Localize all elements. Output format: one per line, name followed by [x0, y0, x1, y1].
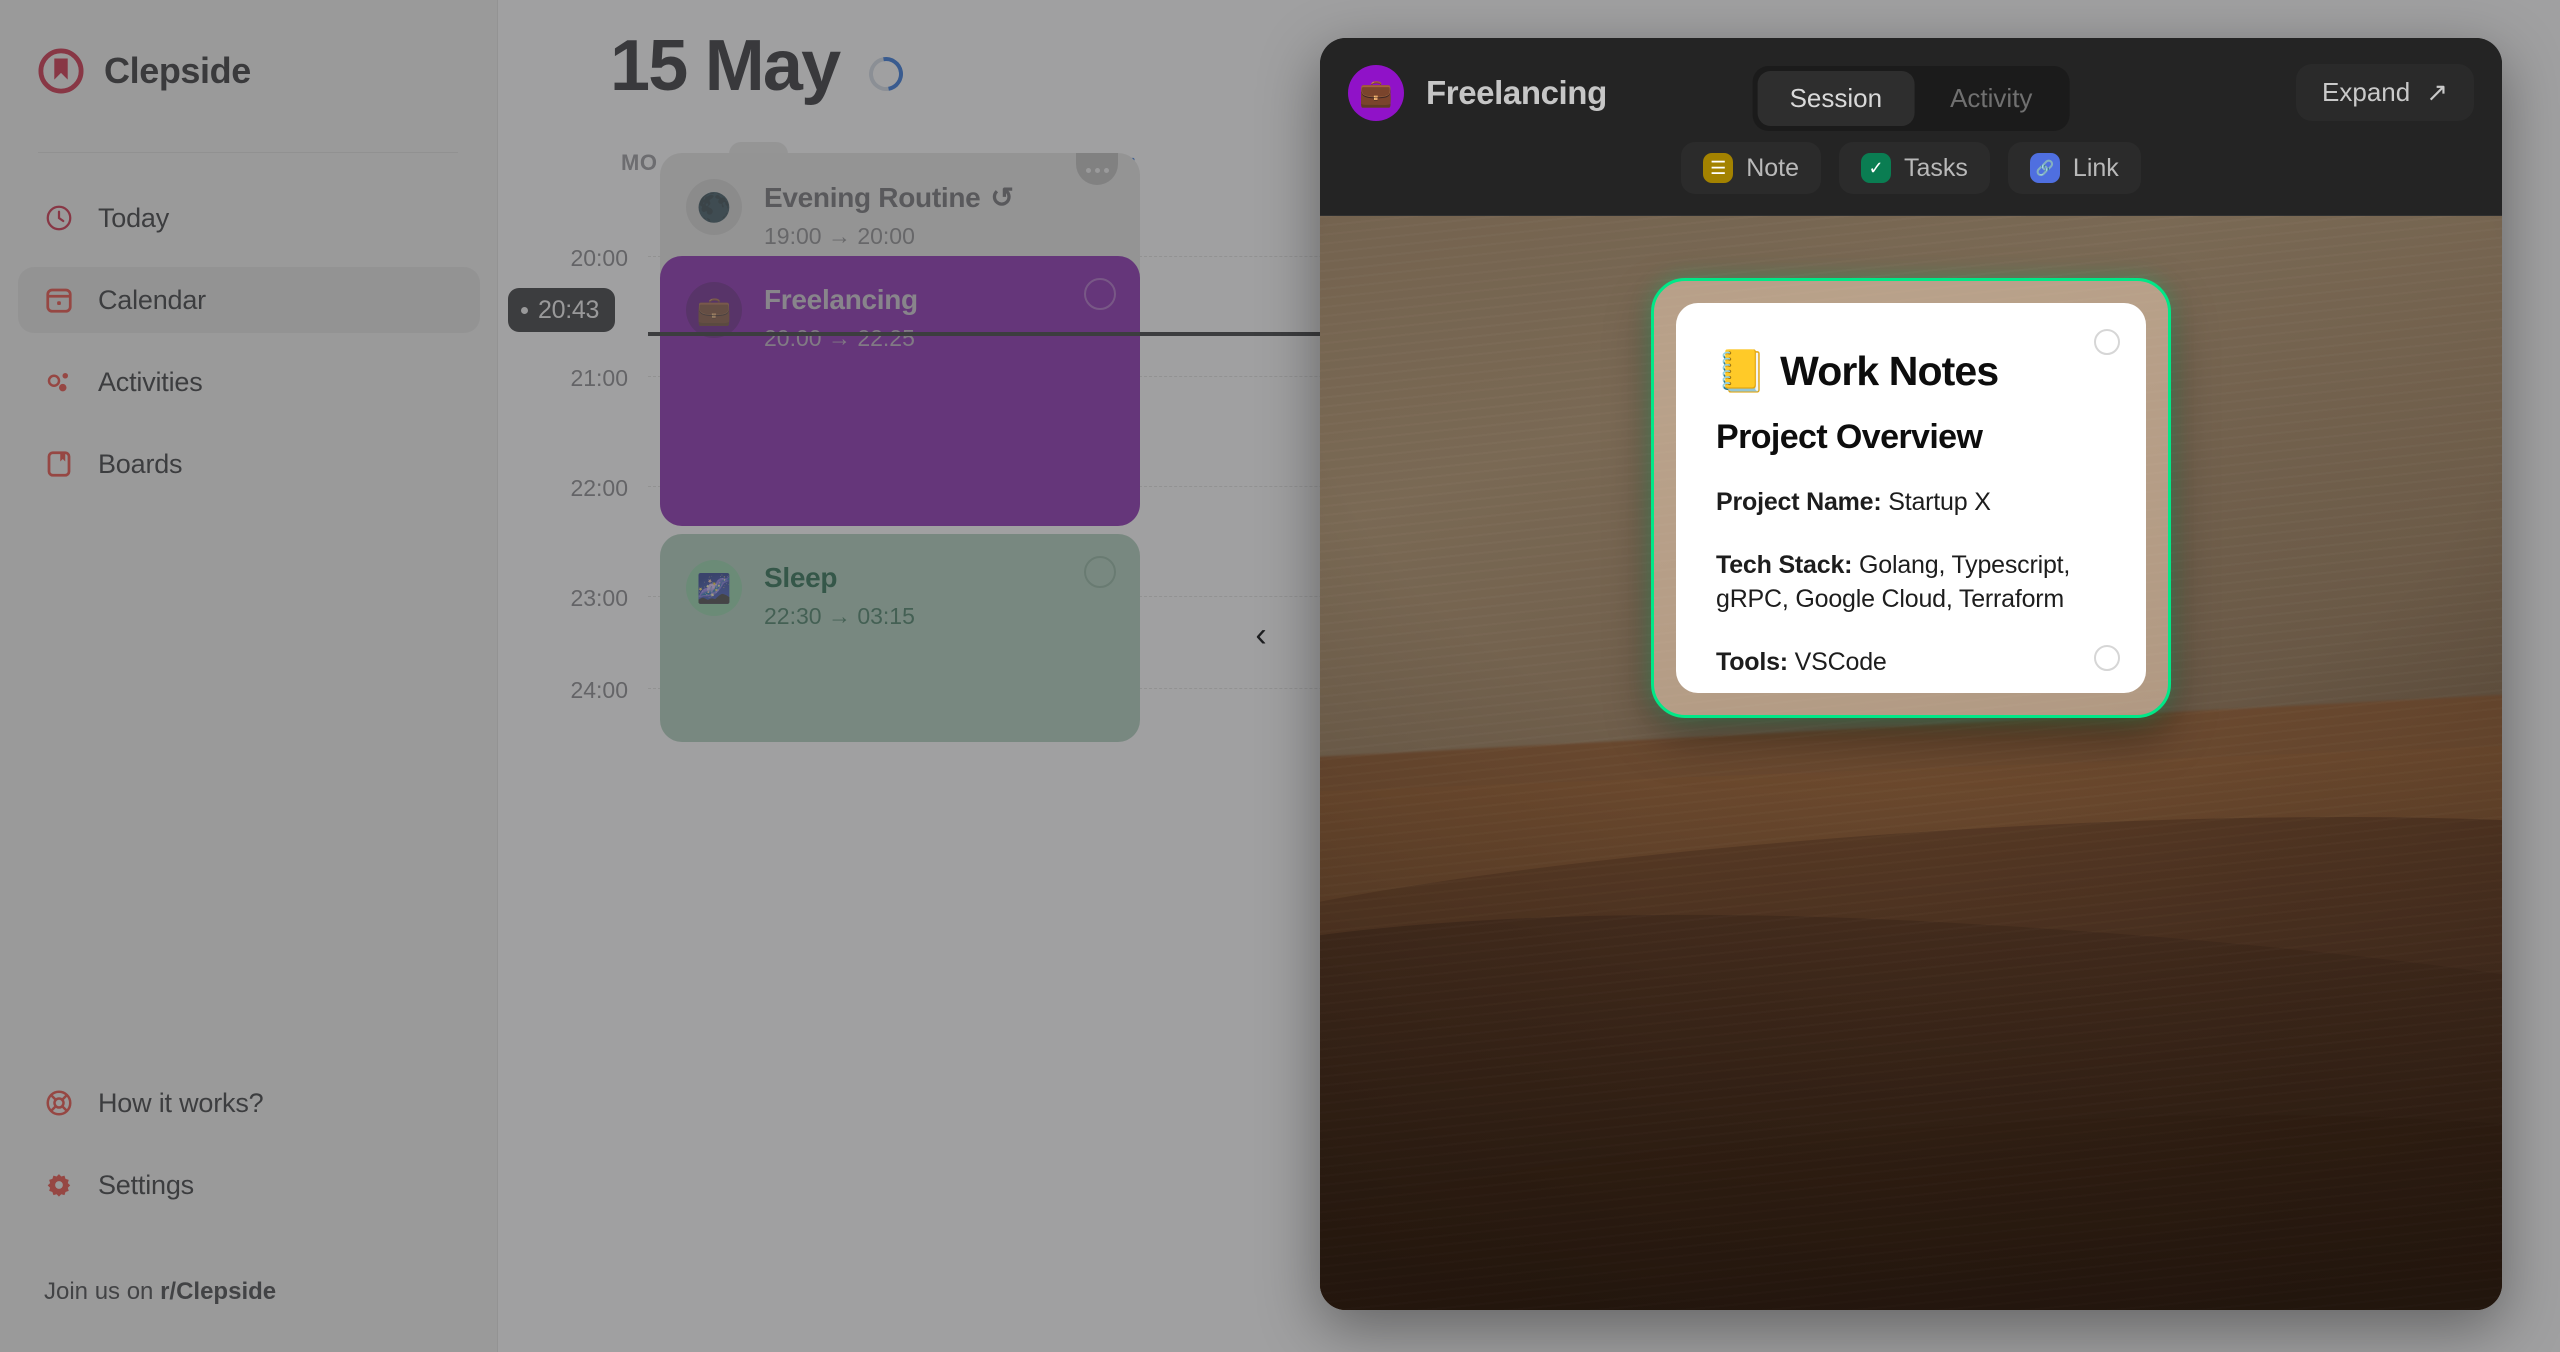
panel-header-top-row: 💼 Freelancing Session Activity Expand ↗ [1348, 60, 2474, 131]
add-tasks-button[interactable]: ✓ Tasks [1839, 142, 1990, 194]
event-complete-checkbox[interactable] [1084, 556, 1116, 588]
expand-label: Expand [2322, 77, 2411, 107]
panel-segmented-control: Session Activity [1752, 66, 2070, 131]
brand: Clepside [38, 48, 251, 94]
recurring-icon: ↺ [990, 182, 1014, 213]
footer-link-text: r/Clepside [160, 1278, 277, 1305]
lifebuoy-icon [46, 1090, 72, 1116]
panel-title: Freelancing [1426, 74, 1607, 111]
add-tasks-label: Tasks [1904, 153, 1968, 182]
page-title: 15 May [610, 26, 841, 106]
boards-icon [47, 451, 71, 477]
calendar-icon [46, 288, 72, 313]
event-title-row: Evening Routine ↺ [764, 181, 1014, 214]
tab-session[interactable]: Session [1757, 71, 1915, 126]
sidebar-item-boards[interactable]: Boards [18, 431, 480, 497]
note-line-value: Startup X [1881, 488, 1991, 517]
event-avatar: 🌌 [686, 560, 742, 616]
calendar-event-sleep[interactable]: 🌌 Sleep 22:30 → 03:15 [660, 534, 1140, 742]
check-icon: ✓ [1861, 153, 1892, 183]
event-title: Evening Routine [764, 181, 981, 213]
note-line-project-name: Project Name: Startup X [1716, 485, 2106, 520]
app-root: Clepside Today Calendar Activities Board… [0, 0, 2560, 1352]
note-handle-top-right-icon[interactable] [2094, 329, 2120, 355]
sidebar-item-how-it-works[interactable]: How it works? [18, 1070, 480, 1136]
note-card[interactable]: 📒 Work Notes Project Overview Project Na… [1676, 303, 2146, 693]
note-heading: Work Notes [1780, 348, 1999, 394]
note-line-label: Tools: [1716, 647, 1788, 676]
note-line-value: VSCode [1787, 647, 1887, 676]
hour-label: 21:00 [570, 365, 628, 391]
reddit-footer-link[interactable]: Join us on r/Clepside [44, 1278, 276, 1306]
sidebar-item-label: Activities [98, 366, 203, 397]
add-link-button[interactable]: 🔗 Link [2007, 142, 2141, 194]
note-line-label: Tech Stack: [1716, 550, 1853, 579]
sidebar-divider [38, 152, 458, 153]
event-avatar: 🌑 [686, 179, 742, 235]
sidebar-item-calendar[interactable]: Calendar [18, 267, 480, 333]
panel-avatar: 💼 [1348, 65, 1404, 121]
add-note-button[interactable]: ☰ Note [1681, 142, 1822, 194]
panel-header: 💼 Freelancing Session Activity Expand ↗ … [1320, 38, 2502, 216]
event-title: Freelancing [764, 284, 918, 315]
session-panel: 💼 Freelancing Session Activity Expand ↗ … [1320, 38, 2502, 1310]
current-time-dot-icon [521, 306, 528, 314]
expand-arrow-icon: ↗ [2426, 77, 2448, 107]
brand-name: Clepside [104, 50, 251, 91]
note-handle-bottom-right-icon[interactable] [2094, 645, 2120, 671]
sidebar: Clepside Today Calendar Activities Board… [0, 0, 498, 1352]
expand-button[interactable]: Expand ↗ [2296, 64, 2474, 121]
event-title-row: Freelancing [764, 284, 918, 316]
add-link-label: Link [2072, 153, 2119, 182]
calendar-event-freelancing[interactable]: 💼 Freelancing 20:00 → 22:25 [660, 256, 1140, 526]
event-complete-checkbox[interactable] [1084, 278, 1116, 310]
hour-label: 24:00 [570, 677, 628, 703]
sidebar-nav: Today Calendar Activities Boards [18, 185, 480, 513]
note-heading-row: 📒 Work Notes [1716, 348, 2106, 394]
hour-label: 20:00 [570, 245, 628, 271]
note-subheading: Project Overview [1716, 418, 1983, 457]
sidebar-nav-bottom: How it works? Settings [18, 1070, 480, 1234]
note-card-frame[interactable]: 📒 Work Notes Project Overview Project Na… [1651, 278, 2171, 718]
sidebar-item-label: Boards [98, 448, 183, 479]
tab-activity[interactable]: Activity [1918, 71, 2064, 126]
sidebar-item-today[interactable]: Today [18, 185, 480, 251]
event-title-row: Sleep [764, 562, 915, 594]
note-line-tools: Tools: VSCode [1716, 645, 2106, 680]
note-line-tech-stack: Tech Stack: Golang, Typescript, gRPC, Go… [1716, 548, 2106, 617]
notebook-icon: 📒 [1716, 348, 1767, 394]
note-icon: ☰ [1703, 153, 1734, 183]
add-note-label: Note [1746, 153, 1800, 182]
sidebar-item-label: Calendar [98, 284, 206, 315]
sidebar-item-label: How it works? [98, 1087, 264, 1118]
sidebar-item-label: Settings [98, 1169, 194, 1200]
sidebar-item-label: Today [98, 202, 170, 233]
current-time-text: 20:43 [538, 295, 600, 324]
activities-icon [47, 373, 68, 392]
event-title: Sleep [764, 562, 838, 593]
event-time: 20:00 → 22:25 [764, 325, 915, 351]
sidebar-item-activities[interactable]: Activities [18, 349, 480, 415]
hour-label: 23:00 [570, 585, 628, 611]
current-time-badge: 20:43 [508, 288, 616, 332]
sidebar-item-settings[interactable]: Settings [18, 1152, 480, 1218]
clepside-logo-icon [38, 48, 84, 94]
link-icon: 🔗 [2029, 153, 2060, 183]
collapse-panel-button[interactable]: ‹ [1238, 612, 1284, 658]
note-line-label: Project Name: [1716, 488, 1882, 517]
event-time: 19:00 → 20:00 [764, 223, 915, 249]
hour-label: 22:00 [570, 475, 628, 501]
panel-body: 📒 Work Notes Project Overview Project Na… [1320, 216, 2502, 1310]
loading-spinner-icon [862, 50, 911, 98]
event-avatar: 💼 [686, 282, 742, 338]
clock-icon [46, 205, 72, 231]
gear-icon [47, 1174, 71, 1197]
event-time: 22:30 → 03:15 [764, 603, 915, 629]
footer-prefix: Join us on [44, 1278, 161, 1305]
panel-add-pills: ☰ Note ✓ Tasks 🔗 Link [1320, 142, 2502, 194]
